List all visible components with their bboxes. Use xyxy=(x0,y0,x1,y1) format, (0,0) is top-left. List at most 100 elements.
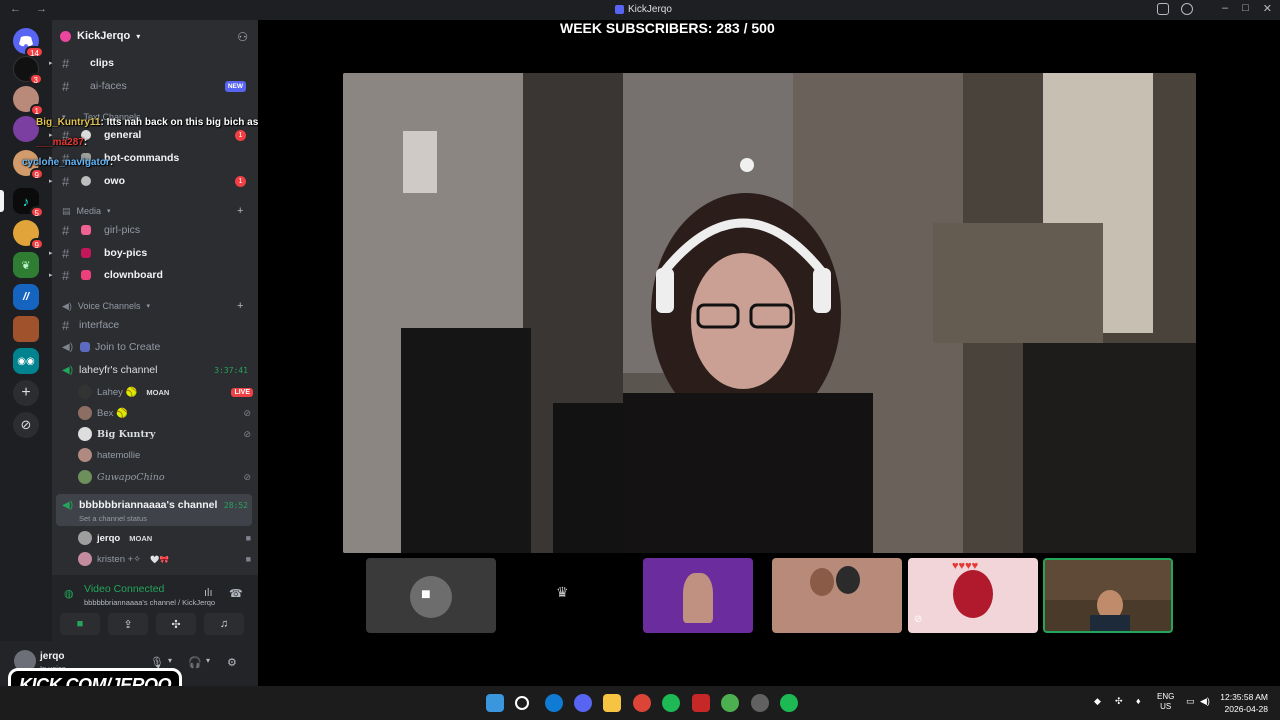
microphone-icon[interactable]: ♦ xyxy=(1136,696,1141,706)
app-icon[interactable] xyxy=(692,694,710,712)
voice-user[interactable]: kristen +✧ 🤍🎀 ■ xyxy=(78,549,253,569)
inbox-icon[interactable] xyxy=(1157,3,1169,15)
server-badge: 3 xyxy=(28,73,43,85)
screen-share-icon: ⇪ xyxy=(123,618,133,631)
spotify-icon[interactable] xyxy=(780,694,798,712)
chevron-down-icon[interactable]: ▾ xyxy=(206,656,210,665)
window-controls: – □ ✕ xyxy=(1222,2,1272,15)
participant-tile-6[interactable] xyxy=(1043,558,1173,633)
channel-label: laheyfr's channel xyxy=(79,364,158,376)
participant-tile-1[interactable]: ■ xyxy=(366,558,496,633)
participant-tile-4[interactable] xyxy=(772,558,902,633)
photo-face xyxy=(836,566,860,594)
back-forward-nav[interactable]: ← → xyxy=(10,3,53,15)
activities-button[interactable]: ✣ xyxy=(156,613,196,635)
voice-status[interactable]: Video Connected xyxy=(84,583,164,595)
minimize-button[interactable]: – xyxy=(1222,2,1228,15)
channel-join-to-create[interactable]: ◀) Join to Create xyxy=(52,337,258,357)
channel-laheyfr[interactable]: ◀) laheyfr's channel 3:37:41 xyxy=(52,360,258,380)
app-icon[interactable] xyxy=(751,694,769,712)
call-timer: 28:52 xyxy=(223,500,248,510)
channel-clownboard[interactable]: ▸ # clownboard xyxy=(49,265,258,285)
unread-badge: 1 xyxy=(235,129,246,141)
channel-girl-pics[interactable]: # girl-pics xyxy=(52,220,258,240)
wifi-icon[interactable]: ▭ xyxy=(1186,696,1195,707)
avatar xyxy=(78,427,92,441)
noise-suppression-icon[interactable]: ılı xyxy=(204,587,213,599)
add-channel-icon[interactable]: + xyxy=(237,205,243,217)
voice-user[interactable]: Lahey 🥎 MOAN LIVE xyxy=(78,382,253,402)
screen-share-button[interactable]: ⇪ xyxy=(108,613,148,635)
camera-off-icon: ■ xyxy=(421,586,431,603)
channel-ai-faces[interactable]: # ai-faces NEW xyxy=(52,76,258,96)
camera-button[interactable]: ■ xyxy=(60,613,100,635)
participant-tile-2[interactable]: ♛ xyxy=(496,558,626,633)
channel-boy-pics[interactable]: ▸ # boy-pics xyxy=(49,243,258,263)
maximize-button[interactable]: □ xyxy=(1242,2,1249,15)
tray-app-icon[interactable]: ✣ xyxy=(1115,696,1123,707)
channel-owo[interactable]: ▸ # owo 1 xyxy=(49,171,258,191)
search-icon[interactable] xyxy=(515,696,529,710)
windows-start-icon[interactable] xyxy=(486,694,504,712)
voice-location[interactable]: bbbbbbriannaaaa's channel / KickJerqo xyxy=(84,598,215,607)
file-explorer-icon[interactable] xyxy=(603,694,621,712)
chat-text: : xyxy=(109,157,114,168)
channel-label: ai-faces xyxy=(90,80,127,92)
disconnect-icon[interactable]: ☎ xyxy=(229,587,243,600)
spotify-icon[interactable] xyxy=(662,694,680,712)
server-icon-5[interactable]: ♪ 5 xyxy=(13,188,44,218)
network-icon[interactable]: ◆ xyxy=(1094,696,1101,707)
server-badge: 1 xyxy=(29,104,44,116)
channel-status-hint[interactable]: Set a channel status xyxy=(79,514,147,523)
main-video[interactable] xyxy=(343,73,1196,553)
server-icon-9[interactable] xyxy=(13,316,39,342)
discover-button[interactable]: ⊘ xyxy=(13,412,39,438)
voice-user[interactable]: jerqo MOAN ■ xyxy=(78,528,253,548)
voice-user[interactable]: hatemollie xyxy=(78,445,253,465)
window-title: KickJerqo xyxy=(615,4,672,15)
voice-user-name: Lahey 🥎 xyxy=(97,386,138,398)
chevron-down-icon: ▾ xyxy=(107,208,111,215)
volume-icon[interactable]: ◀) xyxy=(1200,696,1210,707)
language-indicator[interactable]: ENG US xyxy=(1157,692,1174,712)
signal-icon[interactable]: ◍ xyxy=(64,587,74,600)
chrome-icon[interactable] xyxy=(633,694,651,712)
voice-user[interactable]: Big Kuntry ⊘ xyxy=(78,424,253,444)
clock[interactable]: 12:35:58 AM 2026-04-28 xyxy=(1220,691,1268,715)
server-icon-2[interactable]: 1 xyxy=(13,86,44,116)
discord-taskbar-icon[interactable] xyxy=(574,694,592,712)
server-icon-7[interactable]: ❦ xyxy=(13,252,39,278)
category-media[interactable]: ▤ Media ▾ + xyxy=(62,204,243,218)
server-icon-1[interactable]: 3 xyxy=(13,56,43,85)
add-channel-icon[interactable]: + xyxy=(237,300,243,312)
soundboard-button[interactable]: ♫ xyxy=(204,613,244,635)
channel-label: boy-pics xyxy=(104,247,148,259)
add-server-button[interactable]: + xyxy=(13,380,39,406)
user-name[interactable]: jerqo xyxy=(40,651,64,662)
help-icon[interactable] xyxy=(1181,3,1193,15)
subscriber-goal: WEEK SUBSCRIBERS: 283 / 500 xyxy=(560,20,775,36)
edge-icon[interactable] xyxy=(545,694,563,712)
app-icon[interactable] xyxy=(721,694,739,712)
heart-emoji-icon xyxy=(81,248,91,258)
close-button[interactable]: ✕ xyxy=(1263,2,1272,15)
participant-tile-3[interactable] xyxy=(643,558,753,633)
channel-label: owo xyxy=(104,175,125,187)
hash-icon: # xyxy=(62,173,70,189)
invite-people-icon[interactable]: ⚇ xyxy=(237,30,248,44)
server-header[interactable]: KickJerqo ▾ ⚇ xyxy=(52,20,258,52)
category-voice-channels[interactable]: ◀) Voice Channels ▾ + xyxy=(62,299,243,313)
participant-tile-5[interactable]: ♥♥♥♥ ⊘ xyxy=(908,558,1038,633)
server-icon-6[interactable]: 9 xyxy=(13,220,44,250)
settings-gear-icon[interactable]: ⚙ xyxy=(227,656,237,669)
channel-interface[interactable]: # interface xyxy=(52,315,258,335)
voice-user[interactable]: Bex 🥎 ⊘ xyxy=(78,403,253,423)
channel-brianna[interactable]: ◀) bbbbbbriannaaaa's channel 28:52 xyxy=(52,495,258,515)
channel-clips[interactable]: ▸ # clips xyxy=(49,53,258,73)
chevron-down-icon[interactable]: ▾ xyxy=(168,656,172,665)
server-icon-10[interactable]: ◉◉ xyxy=(13,348,39,374)
server-icon-8[interactable]: // xyxy=(13,284,39,310)
voice-user[interactable]: GuwapoChino ⊘ xyxy=(78,467,253,487)
headphones-icon[interactable]: 🎧 xyxy=(188,656,202,669)
discord-home-icon[interactable]: 14 xyxy=(13,28,44,58)
